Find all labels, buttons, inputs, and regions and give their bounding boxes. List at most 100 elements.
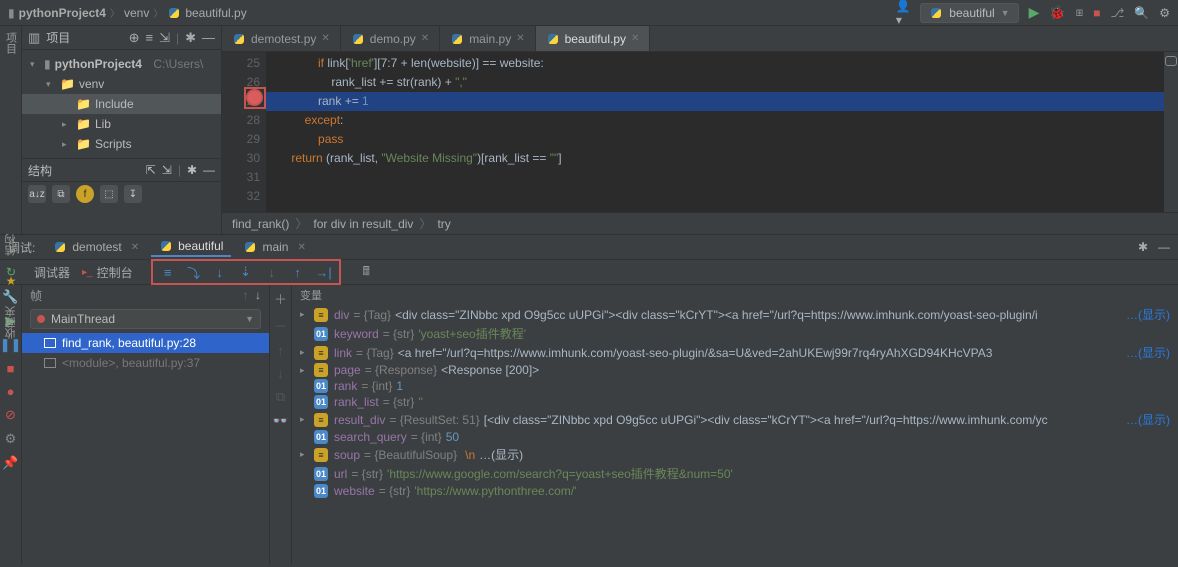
- expand-icon[interactable]: ⇱: [146, 163, 156, 177]
- close-icon[interactable]: ✕: [297, 242, 305, 253]
- project-view-icon[interactable]: ▥: [28, 30, 40, 46]
- variable-row[interactable]: ▸≡ div = {Tag} <div class="ZINbbc xpd O9…: [292, 305, 1178, 324]
- tab-beautiful[interactable]: beautiful.py✕: [536, 26, 651, 51]
- gear-icon[interactable]: ✱: [1138, 240, 1148, 254]
- debug-tab-demotest[interactable]: demotest✕: [45, 238, 147, 256]
- editor-gutter[interactable]: 2526272829303132: [222, 52, 266, 212]
- project-tool-button[interactable]: 项目: [3, 32, 19, 54]
- close-icon[interactable]: ✕: [631, 33, 639, 44]
- show-watches-icon[interactable]: 👓: [272, 413, 288, 429]
- breadcrumb-file: beautiful.py: [185, 6, 246, 20]
- tab-demo[interactable]: demo.py✕: [341, 26, 440, 51]
- settings-icon[interactable]: ⚙: [1159, 6, 1170, 20]
- tree-venv[interactable]: venv: [79, 77, 104, 91]
- search-icon[interactable]: 🔍: [1134, 6, 1149, 20]
- autoscroll-icon[interactable]: ↧: [124, 185, 142, 203]
- code-breadcrumbs[interactable]: find_rank()〉 for div in result_div〉 try: [222, 212, 1178, 234]
- pause-icon[interactable]: ❚❚: [0, 337, 21, 353]
- tree-include[interactable]: Include: [95, 97, 134, 111]
- project-panel-title: 项目: [46, 29, 70, 46]
- python-icon: [53, 240, 67, 254]
- tree-lib[interactable]: Lib: [95, 117, 111, 131]
- debug-tab-main[interactable]: main✕: [235, 238, 313, 256]
- console-tab[interactable]: 控制台: [97, 264, 133, 281]
- step-out-icon[interactable]: ↑: [289, 263, 307, 281]
- inspection-icon[interactable]: [1165, 56, 1177, 66]
- filter-icon[interactable]: ⧉: [52, 185, 70, 203]
- new-watch-icon[interactable]: ＋: [274, 289, 287, 308]
- debug-button[interactable]: 🐞: [1049, 5, 1065, 21]
- project-tree[interactable]: ▾▮pythonProject4 C:\Users\ ▾📁venv 📁Inclu…: [22, 50, 221, 158]
- show-fields-icon[interactable]: f: [76, 185, 94, 203]
- hide-icon[interactable]: —: [202, 30, 215, 45]
- debug-session-tabs: 调试: demotest✕ beautiful main✕ ✱ —: [0, 235, 1178, 259]
- favorites-tool-button[interactable]: 收藏夹: [3, 306, 19, 339]
- next-frame-icon[interactable]: ↓: [255, 288, 261, 302]
- prev-frame-icon[interactable]: ↑: [242, 288, 248, 302]
- tab-demotest[interactable]: demotest.py✕: [222, 26, 341, 51]
- user-icon[interactable]: 👤▾: [896, 6, 910, 20]
- variable-row[interactable]: ▸≡ page = {Response} <Response [200]>: [292, 362, 1178, 378]
- view-breakpoints-icon[interactable]: ●: [7, 384, 15, 399]
- variable-row[interactable]: 01 website = {str} 'https://www.pythonth…: [292, 483, 1178, 499]
- collapse-icon[interactable]: ⇲: [162, 163, 172, 177]
- debug-tab-beautiful[interactable]: beautiful: [151, 237, 231, 257]
- force-step-into-icon[interactable]: ↓: [263, 263, 281, 281]
- hide-icon[interactable]: —: [1158, 240, 1170, 254]
- debugger-tab[interactable]: 调试器: [34, 264, 70, 281]
- gear-icon[interactable]: ✱: [185, 30, 196, 46]
- frame-row[interactable]: <module>, beautiful.py:37: [22, 353, 269, 373]
- run-to-cursor-icon[interactable]: →|: [315, 263, 333, 281]
- close-icon[interactable]: ✕: [421, 33, 429, 44]
- show-inherited-icon[interactable]: ⬚: [100, 185, 118, 203]
- structure-panel-header: 结构 ⇱ ⇲ | ✱ —: [22, 158, 221, 182]
- variable-row[interactable]: ▸≡ result_div = {ResultSet: 51} [<div cl…: [292, 410, 1178, 429]
- close-icon[interactable]: ✕: [321, 33, 329, 44]
- sort-alpha-icon[interactable]: a↓z: [28, 185, 46, 203]
- variable-row[interactable]: 01 url = {str} 'https://www.google.com/s…: [292, 464, 1178, 483]
- hide-icon[interactable]: —: [203, 163, 215, 177]
- stop-button[interactable]: ■: [1093, 6, 1100, 20]
- step-over-icon[interactable]: ⤵: [185, 263, 203, 281]
- tree-root[interactable]: pythonProject4: [55, 57, 142, 71]
- variable-row[interactable]: ▸≡ link = {Tag} <a href="/url?q=https://…: [292, 343, 1178, 362]
- pin-icon[interactable]: 📌: [2, 455, 18, 471]
- duplicate-watch-icon[interactable]: ⧉: [276, 389, 285, 405]
- code-area[interactable]: if link['href'][7:7 + len(website)] == w…: [266, 52, 1164, 212]
- variable-row[interactable]: 01 keyword = {str} 'yoast+seo插件教程': [292, 324, 1178, 343]
- variable-row[interactable]: ▸≡ soup = {BeautifulSoup} \n…(显示): [292, 445, 1178, 464]
- thread-selector[interactable]: MainThread ▼: [30, 309, 261, 329]
- expand-all-icon[interactable]: ≡: [145, 30, 153, 45]
- python-icon: [546, 32, 560, 46]
- git-icon[interactable]: ⎇: [1110, 6, 1124, 20]
- structure-tool-button[interactable]: 结构: [3, 234, 19, 256]
- run-button[interactable]: ▶: [1029, 4, 1040, 21]
- stop-icon[interactable]: ■: [7, 361, 15, 376]
- evaluate-expression-icon[interactable]: 🖩: [363, 262, 370, 283]
- mute-breakpoints-icon[interactable]: ⊘: [5, 407, 16, 423]
- frame-row[interactable]: find_rank, beautiful.py:28: [22, 333, 269, 353]
- close-icon[interactable]: ✕: [131, 242, 139, 253]
- settings-icon[interactable]: ⚙: [5, 431, 17, 447]
- breakpoint-icon[interactable]: [248, 91, 261, 104]
- step-into-icon[interactable]: ↓: [211, 263, 229, 281]
- variable-row[interactable]: 01 rank = {int} 1: [292, 378, 1178, 394]
- variable-row[interactable]: 01 search_query = {int} 50: [292, 429, 1178, 445]
- breadcrumb[interactable]: ▮ pythonProject4 〉 venv 〉 beautiful.py: [8, 5, 247, 20]
- run-coverage-button[interactable]: ⧆: [1076, 5, 1084, 20]
- collapse-all-icon[interactable]: ⇲: [159, 30, 170, 46]
- remove-watch-icon[interactable]: －: [274, 316, 287, 335]
- run-configuration-selector[interactable]: beautiful ▼: [920, 3, 1018, 23]
- down-icon[interactable]: ↓: [277, 366, 284, 381]
- debug-tool-window: 调试: demotest✕ beautiful main✕ ✱ — ↻ 调试器 …: [0, 234, 1178, 565]
- up-icon[interactable]: ↑: [277, 343, 284, 358]
- variables-panel[interactable]: 变量 ▸≡ div = {Tag} <div class="ZINbbc xpd…: [292, 285, 1178, 565]
- tab-main[interactable]: main.py✕: [440, 26, 535, 51]
- tree-scripts[interactable]: Scripts: [95, 137, 132, 151]
- step-into-my-code-icon[interactable]: ⇣: [237, 263, 255, 281]
- gear-icon[interactable]: ✱: [187, 163, 197, 177]
- show-execution-point-icon[interactable]: ≡: [159, 263, 177, 281]
- select-opened-file-icon[interactable]: ⊕: [129, 30, 140, 46]
- variable-row[interactable]: 01 rank_list = {str} '': [292, 394, 1178, 410]
- close-icon[interactable]: ✕: [516, 33, 524, 44]
